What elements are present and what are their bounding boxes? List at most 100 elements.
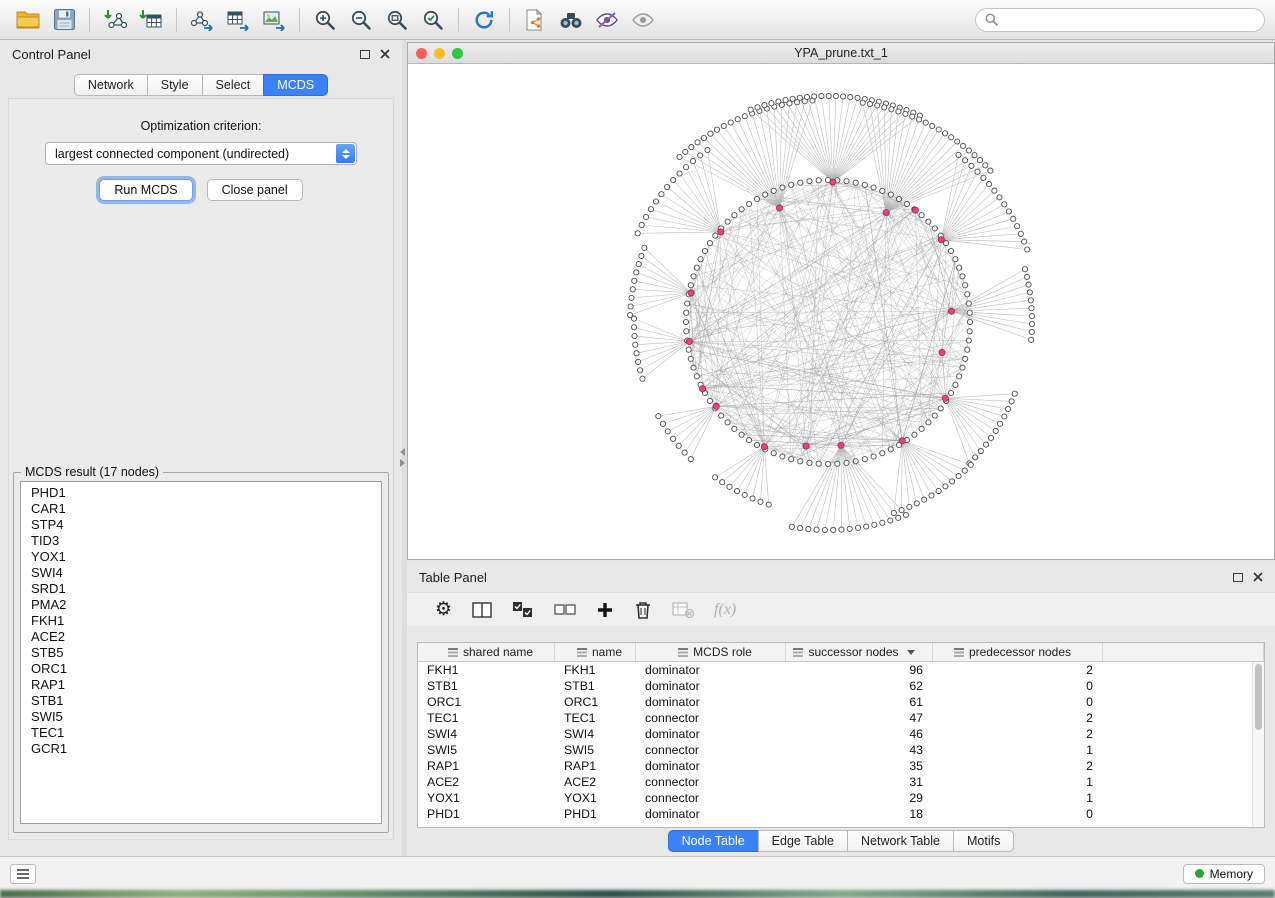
table-row[interactable]: SWI4 SWI4 dominator 46 2 bbox=[418, 726, 1264, 742]
desktop-wallpaper-strip bbox=[0, 890, 1275, 898]
mcds-result-group: MCDS result (17 nodes) PHD1 CAR1 STP4 TI… bbox=[13, 465, 389, 833]
zoom-fit-button[interactable] bbox=[379, 4, 415, 36]
sort-chevron-icon[interactable] bbox=[907, 650, 915, 655]
tab-node-table[interactable]: Node Table bbox=[668, 830, 759, 852]
mcds-result-node[interactable]: SWI4 bbox=[31, 565, 381, 581]
import-table-button[interactable] bbox=[133, 4, 169, 36]
mcds-result-node[interactable]: PHD1 bbox=[31, 485, 381, 501]
table-settings-gear-icon[interactable]: ⚙ bbox=[435, 600, 452, 619]
zoom-out-icon bbox=[350, 9, 372, 31]
table-row[interactable]: YOX1 YOX1 connector 29 1 bbox=[418, 790, 1264, 806]
table-vertical-scrollbar[interactable] bbox=[1252, 662, 1264, 827]
tab-network[interactable]: Network bbox=[74, 74, 148, 96]
toolbar-separator bbox=[176, 8, 177, 32]
memory-status-dot bbox=[1195, 869, 1204, 878]
export-network-button[interactable] bbox=[184, 4, 220, 36]
task-history-button[interactable] bbox=[10, 864, 36, 884]
mcds-result-node[interactable]: YOX1 bbox=[31, 549, 381, 565]
column-header-shared-name[interactable]: shared name bbox=[418, 643, 555, 661]
zoom-out-button[interactable] bbox=[343, 4, 379, 36]
delete-column-trash-icon[interactable] bbox=[634, 600, 652, 620]
zoom-selected-button[interactable] bbox=[415, 4, 451, 36]
column-scope-icon bbox=[678, 648, 688, 657]
network-window-titlebar[interactable]: YPA_prune.txt_1 bbox=[408, 43, 1274, 64]
table-panel-tabs: Node Table Edge Table Network Table Moti… bbox=[407, 830, 1275, 852]
column-header-name[interactable]: name bbox=[555, 643, 636, 661]
unselect-all-columns-icon[interactable] bbox=[554, 601, 576, 619]
optimization-criterion-dropdown[interactable]: largest connected component (undirected) bbox=[45, 142, 357, 165]
mcds-result-node[interactable]: RAP1 bbox=[31, 677, 381, 693]
table-row[interactable]: TEC1 TEC1 connector 47 2 bbox=[418, 710, 1264, 726]
table-header-row: shared name name MCDS role bbox=[418, 643, 1264, 662]
mcds-result-node[interactable]: STP4 bbox=[31, 517, 381, 533]
mcds-result-node[interactable]: CAR1 bbox=[31, 501, 381, 517]
run-mcds-button[interactable]: Run MCDS bbox=[99, 179, 192, 201]
show-columns-icon[interactable] bbox=[472, 601, 492, 619]
close-panel-button[interactable]: Close panel bbox=[207, 179, 303, 201]
table-panel-header: Table Panel bbox=[407, 564, 1275, 590]
tab-select[interactable]: Select bbox=[202, 74, 265, 96]
create-column-plus-icon[interactable] bbox=[596, 601, 614, 619]
refresh-button[interactable] bbox=[466, 4, 502, 36]
network-canvas[interactable] bbox=[408, 64, 1274, 559]
application-window: Control Panel Network Style Select MCDS … bbox=[0, 0, 1275, 898]
table-row[interactable]: PHD1 PHD1 dominator 18 0 bbox=[418, 806, 1264, 822]
mcds-result-node[interactable]: SWI5 bbox=[31, 709, 381, 725]
mcds-result-node[interactable]: ACE2 bbox=[31, 629, 381, 645]
share-document-button[interactable] bbox=[517, 4, 553, 36]
scrollbar-thumb[interactable] bbox=[1255, 664, 1262, 730]
mcds-result-node[interactable]: PMA2 bbox=[31, 597, 381, 613]
collapse-right-icon[interactable] bbox=[400, 459, 405, 467]
column-header-mcds-role[interactable]: MCDS role bbox=[636, 643, 786, 661]
table-row[interactable]: SWI5 SWI5 connector 43 1 bbox=[418, 742, 1264, 758]
export-image-button[interactable] bbox=[256, 4, 292, 36]
minimize-window-traffic-light[interactable] bbox=[434, 48, 445, 59]
column-header-successor-nodes[interactable]: successor nodes bbox=[786, 643, 933, 661]
mcds-result-node[interactable]: ORC1 bbox=[31, 661, 381, 677]
mcds-result-node[interactable]: STB5 bbox=[31, 645, 381, 661]
table-row[interactable]: RAP1 RAP1 dominator 35 2 bbox=[418, 758, 1264, 774]
mcds-result-node[interactable]: TID3 bbox=[31, 533, 381, 549]
import-network-button[interactable] bbox=[97, 4, 133, 36]
export-table-button[interactable] bbox=[220, 4, 256, 36]
close-panel-icon[interactable] bbox=[380, 49, 390, 59]
memory-button[interactable]: Memory bbox=[1183, 864, 1265, 884]
network-window-title: YPA_prune.txt_1 bbox=[408, 46, 1274, 60]
search-network-button[interactable] bbox=[553, 4, 589, 36]
table-row[interactable]: ACE2 ACE2 connector 31 1 bbox=[418, 774, 1264, 790]
table-row[interactable]: STB1 STB1 dominator 62 0 bbox=[418, 678, 1264, 694]
close-window-traffic-light[interactable] bbox=[416, 48, 427, 59]
zoom-in-button[interactable] bbox=[307, 4, 343, 36]
hide-graphics-details-button[interactable] bbox=[589, 4, 625, 36]
show-eye-button[interactable] bbox=[625, 4, 661, 36]
open-file-button[interactable] bbox=[10, 4, 46, 36]
mcds-result-node[interactable]: GCR1 bbox=[31, 741, 381, 757]
splitter-collapse-icons[interactable] bbox=[400, 448, 405, 467]
tab-motifs[interactable]: Motifs bbox=[953, 830, 1014, 852]
control-panel-title: Control Panel bbox=[12, 47, 91, 62]
toolbar-search[interactable] bbox=[975, 8, 1265, 32]
tab-mcds[interactable]: MCDS bbox=[263, 74, 328, 96]
float-table-panel-icon[interactable] bbox=[1233, 573, 1243, 582]
tab-edge-table[interactable]: Edge Table bbox=[758, 830, 848, 852]
select-all-columns-icon[interactable] bbox=[512, 601, 534, 619]
column-header-predecessor-nodes[interactable]: predecessor nodes bbox=[933, 643, 1103, 661]
save-button[interactable] bbox=[46, 4, 82, 36]
table-row[interactable]: ORC1 ORC1 dominator 61 0 bbox=[418, 694, 1264, 710]
search-input[interactable] bbox=[1004, 13, 1255, 27]
mcds-result-node[interactable]: TEC1 bbox=[31, 725, 381, 741]
mcds-result-node[interactable]: SRD1 bbox=[31, 581, 381, 597]
tab-network-table[interactable]: Network Table bbox=[847, 830, 954, 852]
close-table-panel-icon[interactable] bbox=[1253, 572, 1263, 582]
mcds-result-node[interactable]: STB1 bbox=[31, 693, 381, 709]
float-panel-icon[interactable] bbox=[360, 50, 370, 59]
mcds-result-node[interactable]: FKH1 bbox=[31, 613, 381, 629]
table-row[interactable]: FKH1 FKH1 dominator 96 2 bbox=[418, 662, 1264, 678]
function-builder-fx-icon: f(x) bbox=[714, 601, 736, 619]
zoom-in-icon bbox=[314, 9, 336, 31]
delete-table-icon-disabled bbox=[672, 601, 694, 619]
collapse-left-icon[interactable] bbox=[400, 448, 405, 456]
column-header-filler bbox=[1103, 643, 1264, 661]
tab-style[interactable]: Style bbox=[147, 74, 203, 96]
maximize-window-traffic-light[interactable] bbox=[452, 48, 463, 59]
